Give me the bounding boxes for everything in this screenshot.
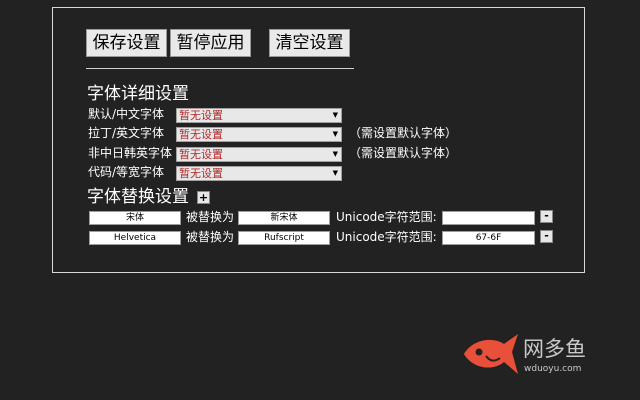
font-replace-heading: 字体替换设置 bbox=[87, 187, 189, 207]
dropdown-arrow-icon: ▼ bbox=[332, 150, 338, 158]
source-font-input[interactable]: 宋体 bbox=[89, 211, 181, 225]
latin-font-note: （需设置默认字体） bbox=[349, 126, 458, 140]
remove-rule-button[interactable]: - bbox=[540, 230, 553, 243]
remove-rule-button[interactable]: - bbox=[540, 210, 553, 223]
unicode-range-label: Unicode字符范围: bbox=[336, 210, 437, 224]
font-detail-heading: 字体详细设置 bbox=[87, 84, 189, 104]
mono-font-label: 代码/等宽字体 bbox=[88, 165, 165, 179]
target-font-input[interactable]: 新宋体 bbox=[238, 211, 330, 225]
divider bbox=[86, 68, 354, 69]
dropdown-arrow-icon: ▼ bbox=[332, 111, 338, 119]
clear-button[interactable]: 清空设置 bbox=[269, 29, 350, 57]
latin-font-select[interactable]: 暂无设置 ▼ bbox=[176, 127, 342, 142]
watermark-url: wduoyu.com bbox=[524, 364, 582, 374]
non-cjk-font-note: （需设置默认字体） bbox=[349, 146, 458, 160]
default-font-select[interactable]: 暂无设置 ▼ bbox=[176, 108, 342, 123]
unicode-range-label: Unicode字符范围: bbox=[336, 230, 437, 244]
pause-button[interactable]: 暂停应用 bbox=[170, 29, 251, 57]
non-cjk-font-label: 非中日韩英字体 bbox=[88, 146, 173, 160]
replaced-by-label: 被替换为 bbox=[186, 230, 235, 244]
latin-font-label: 拉丁/英文字体 bbox=[88, 126, 165, 140]
default-font-value: 暂无设置 bbox=[179, 109, 223, 122]
target-font-input[interactable]: Rufscript bbox=[238, 231, 330, 245]
default-font-label: 默认/中文字体 bbox=[88, 107, 165, 121]
source-font-input[interactable]: Helvetica bbox=[89, 231, 181, 245]
replaced-by-label: 被替换为 bbox=[186, 210, 235, 224]
add-rule-button[interactable]: + bbox=[197, 191, 210, 204]
mono-font-value: 暂无设置 bbox=[179, 167, 223, 180]
unicode-range-input[interactable] bbox=[442, 211, 535, 225]
latin-font-value: 暂无设置 bbox=[179, 128, 223, 141]
non-cjk-font-value: 暂无设置 bbox=[179, 148, 223, 161]
fish-logo-icon bbox=[464, 334, 518, 374]
non-cjk-font-select[interactable]: 暂无设置 ▼ bbox=[176, 147, 342, 162]
dropdown-arrow-icon: ▼ bbox=[332, 169, 338, 177]
watermark-name: 网多鱼 bbox=[523, 337, 586, 361]
unicode-range-input[interactable]: 67-6F bbox=[442, 231, 535, 245]
mono-font-select[interactable]: 暂无设置 ▼ bbox=[176, 166, 342, 181]
save-button[interactable]: 保存设置 bbox=[86, 29, 167, 57]
dropdown-arrow-icon: ▼ bbox=[332, 130, 338, 138]
